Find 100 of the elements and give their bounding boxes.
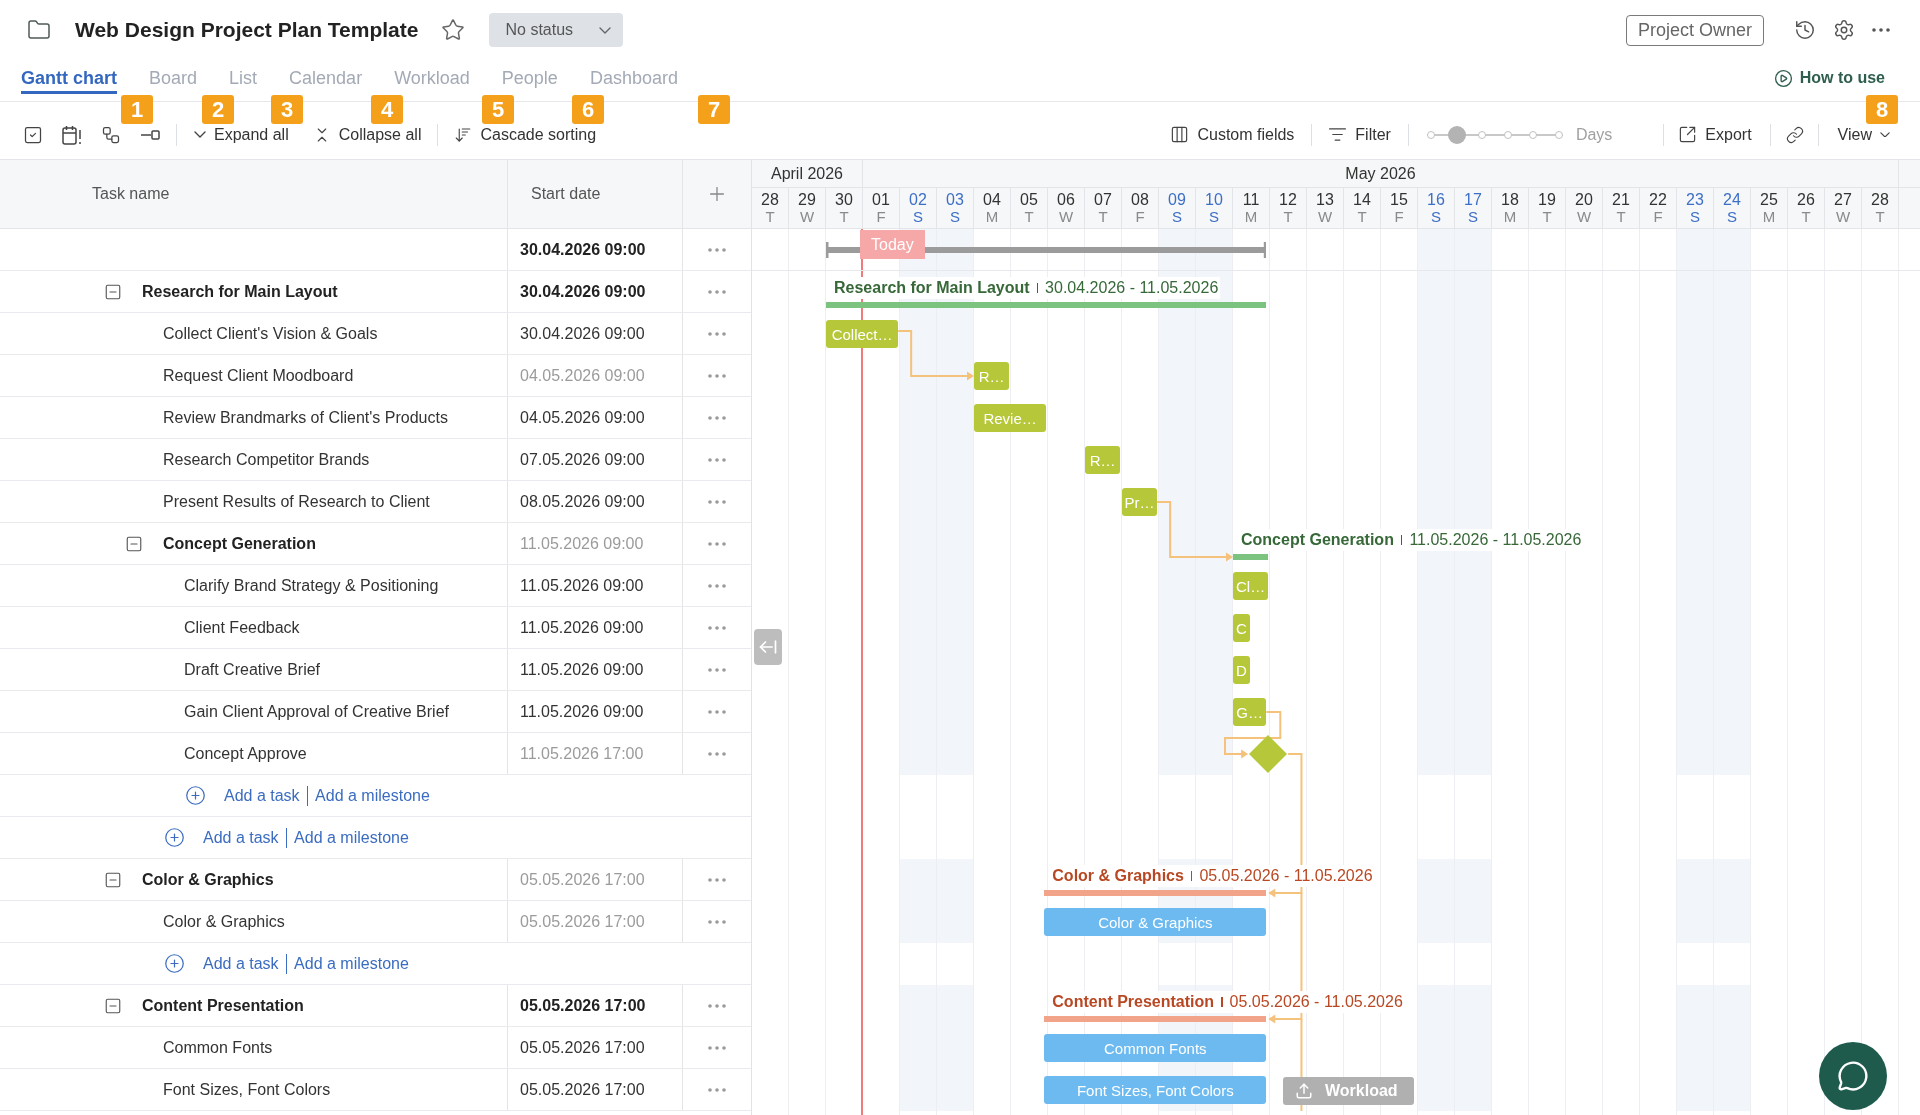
- milestone-marker[interactable]: [1248, 734, 1289, 774]
- add-milestone-link[interactable]: Add a milestone: [315, 785, 430, 806]
- annotation-badge: 3: [271, 95, 303, 124]
- day-number: 28: [1871, 191, 1889, 208]
- workload-button[interactable]: Workload: [1283, 1077, 1414, 1105]
- task-bar[interactable]: G…: [1233, 698, 1267, 726]
- task-bar[interactable]: R…: [1085, 446, 1121, 474]
- zoom-scale-label: Days: [1575, 125, 1613, 144]
- collapse-icon[interactable]: [104, 282, 122, 301]
- group-name: Concept Generation: [163, 533, 316, 554]
- weekday-letter: F: [876, 208, 886, 225]
- slider-thumb[interactable]: [1447, 125, 1466, 144]
- settings-icon[interactable]: [1833, 19, 1855, 41]
- weekday-letter: T: [1801, 208, 1811, 225]
- view-tab[interactable]: Board: [149, 60, 198, 94]
- filter-button[interactable]: Filter: [1328, 125, 1391, 144]
- hierarchy-icon[interactable]: [101, 124, 121, 145]
- day-number: 30: [835, 191, 853, 208]
- day-number: 13: [1316, 191, 1334, 208]
- start-date: 11.05.2026 09:00: [520, 617, 644, 638]
- how-to-use-link[interactable]: How to use: [1773, 68, 1885, 88]
- day-number: 18: [1501, 191, 1519, 208]
- task-bar[interactable]: Pr…: [1122, 488, 1158, 516]
- view-tab[interactable]: People: [501, 60, 558, 94]
- weekday-letter: T: [1024, 208, 1034, 225]
- task-bar[interactable]: Font Sizes, Font Colors: [1044, 1076, 1267, 1104]
- view-tab[interactable]: Calendar: [289, 60, 363, 94]
- sort-descending-icon: [454, 125, 473, 144]
- custom-fields-button[interactable]: Custom fields: [1170, 125, 1295, 144]
- start-date: 08.05.2026 09:00: [520, 491, 645, 512]
- group-name: Content Presentation: [142, 995, 304, 1016]
- day-number: 05: [1020, 191, 1038, 208]
- star-icon[interactable]: [441, 18, 466, 42]
- plus-circle-icon[interactable]: [185, 785, 206, 806]
- weekday-letter: T: [1616, 208, 1626, 225]
- collapse-icon[interactable]: [125, 534, 143, 553]
- task-bar[interactable]: Cl…: [1233, 572, 1269, 600]
- project-owner-button[interactable]: Project Owner: [1625, 14, 1764, 46]
- summary-name: Content Presentation: [1052, 992, 1215, 1012]
- more-icon[interactable]: [1872, 28, 1890, 32]
- link-icon[interactable]: [1785, 125, 1804, 144]
- day-number: 15: [1390, 191, 1408, 208]
- view-tab[interactable]: Workload: [394, 60, 470, 94]
- add-milestone-link[interactable]: Add a milestone: [294, 827, 409, 848]
- weekday-letter: T: [1542, 208, 1552, 225]
- export-button[interactable]: Export: [1678, 125, 1752, 144]
- task-bar[interactable]: Color & Graphics: [1044, 908, 1267, 936]
- history-icon[interactable]: [1794, 19, 1816, 41]
- caret-icon: [1880, 131, 1890, 138]
- add-task-link[interactable]: Add a task: [224, 785, 300, 806]
- start-date: 11.05.2026 17:00: [520, 743, 644, 764]
- view-tab[interactable]: List: [229, 60, 258, 94]
- add-task-link[interactable]: Add a task: [203, 827, 279, 848]
- chat-bubble-icon: [1837, 1060, 1869, 1092]
- weekday-letter: T: [1357, 208, 1367, 225]
- add-task-link[interactable]: Add a task: [203, 953, 279, 974]
- task-bar[interactable]: D: [1233, 656, 1250, 684]
- start-date: 30.04.2026 09:00: [520, 323, 645, 344]
- weekday-letter: S: [1431, 208, 1441, 225]
- toolbar-action-button[interactable]: Cascade sorting: [454, 125, 597, 144]
- start-date: 11.05.2026 09:00: [520, 533, 644, 554]
- task-bar[interactable]: C: [1233, 614, 1250, 642]
- start-date: 07.05.2026 09:00: [520, 449, 645, 470]
- line-square-icon[interactable]: [140, 129, 160, 140]
- day-number: 03: [946, 191, 964, 208]
- day-number: 26: [1797, 191, 1815, 208]
- day-number: 11: [1242, 191, 1260, 208]
- weekday-letter: T: [765, 208, 775, 225]
- calendar-alert-icon[interactable]: [62, 124, 82, 145]
- day-number: 25: [1760, 191, 1778, 208]
- view-tab[interactable]: Dashboard: [589, 60, 678, 94]
- day-number: 23: [1686, 191, 1704, 208]
- add-milestone-link[interactable]: Add a milestone: [294, 953, 409, 974]
- folder-icon[interactable]: [27, 18, 51, 42]
- status-dropdown[interactable]: No status: [489, 13, 624, 47]
- start-date: 11.05.2026 09:00: [520, 659, 644, 680]
- task-bar[interactable]: Common Fonts: [1044, 1034, 1267, 1062]
- collapse-icon[interactable]: [104, 996, 122, 1015]
- view-menu-button[interactable]: View: [1837, 125, 1890, 144]
- task-name: Review Brandmarks of Client's Products: [163, 407, 448, 428]
- collapse-panel-button[interactable]: [754, 629, 782, 665]
- task-bar[interactable]: Collect…: [826, 320, 899, 348]
- collapse-icon[interactable]: [104, 870, 122, 889]
- start-date: 30.04.2026 09:00: [520, 281, 646, 302]
- checkbox-icon[interactable]: [23, 124, 43, 145]
- task-bar[interactable]: Revie…: [974, 404, 1047, 432]
- day-number: 07: [1094, 191, 1112, 208]
- plus-circle-icon[interactable]: [164, 827, 185, 848]
- toolbar-action-button[interactable]: Expand all: [194, 125, 289, 144]
- weekday-letter: F: [1394, 208, 1404, 225]
- view-tab[interactable]: Gantt chart: [21, 60, 117, 94]
- annotation-badge: 1: [121, 95, 153, 124]
- weekday-letter: T: [1875, 208, 1885, 225]
- toolbar-action-button[interactable]: Collapse all: [312, 125, 422, 144]
- summary-dates: 05.05.2026 - 11.05.2026: [1199, 866, 1373, 886]
- weekday-letter: W: [799, 208, 815, 225]
- summary-bar[interactable]: [1233, 554, 1269, 560]
- weekday-letter: T: [1098, 208, 1108, 225]
- plus-circle-icon[interactable]: [164, 953, 185, 974]
- task-bar[interactable]: R…: [974, 362, 1010, 390]
